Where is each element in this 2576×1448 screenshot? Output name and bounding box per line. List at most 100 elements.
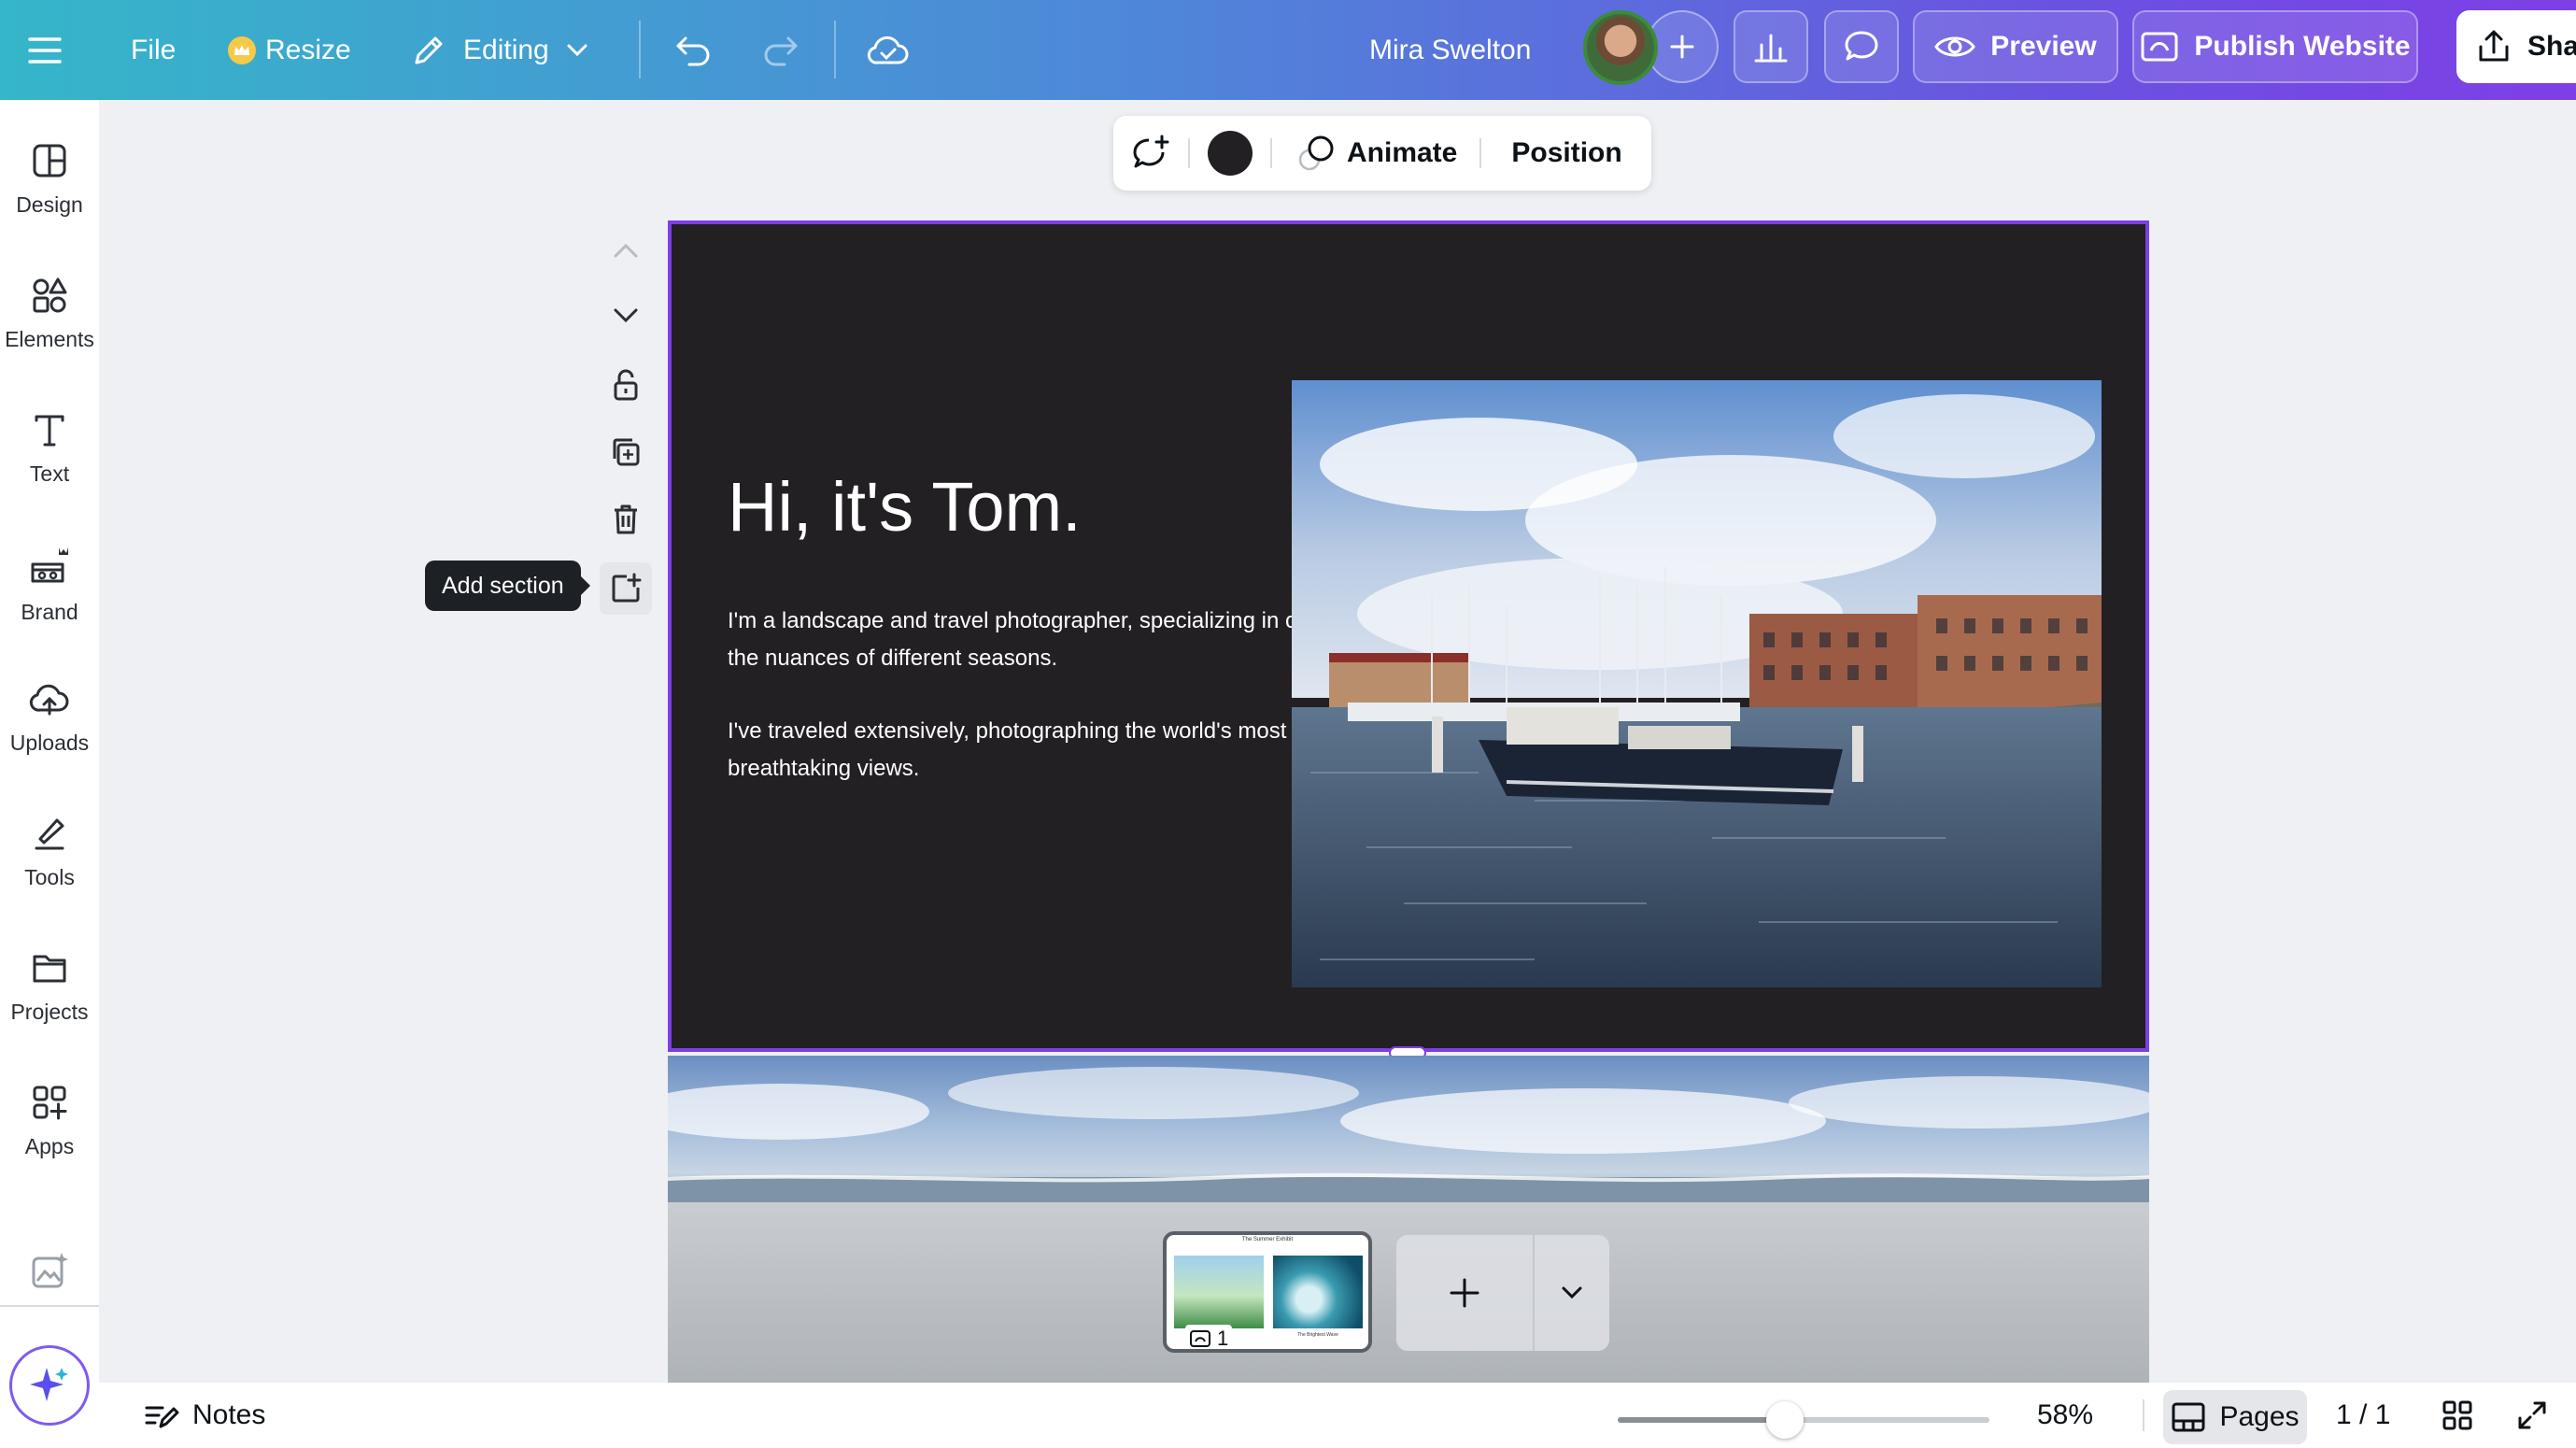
position-button[interactable]: Position <box>1481 137 1644 169</box>
pages-button[interactable]: Pages <box>2163 1390 2307 1444</box>
page-section[interactable]: Hi, it's Tom. I'm a landscape and travel… <box>668 220 2149 1052</box>
user-name: Mira Swelton <box>1369 0 1531 100</box>
uploads-icon <box>29 684 69 716</box>
travel-paragraph[interactable]: I've traveled extensively, photographing… <box>728 713 1381 788</box>
resize-button[interactable]: Resize <box>228 0 351 100</box>
move-up-button[interactable] <box>605 230 646 271</box>
animate-button[interactable]: Animate <box>1272 134 1479 173</box>
plus-icon <box>1450 1278 1479 1308</box>
sidebar-item-tools[interactable]: Tools <box>0 773 99 894</box>
move-down-button[interactable] <box>605 295 646 336</box>
sidebar-item-label: Tools <box>24 865 75 889</box>
redo-button[interactable] <box>762 0 800 100</box>
brand-icon <box>31 547 68 583</box>
sidebar-item-brand[interactable]: Brand <box>0 504 99 625</box>
magic-media-button[interactable] <box>30 1251 69 1290</box>
cloud-save-status[interactable] <box>867 0 910 100</box>
zoom-label: 58% <box>2037 1399 2094 1430</box>
main-menu-button[interactable] <box>28 0 62 100</box>
magic-assistant-button[interactable] <box>9 1345 90 1426</box>
add-page-options-button[interactable] <box>1535 1235 1609 1351</box>
ocean-section[interactable] <box>668 1056 2149 1202</box>
thumbnail-page-number: 1 <box>1217 1327 1229 1350</box>
chevron-down-icon <box>614 308 638 323</box>
sidebar-item-design[interactable]: Design <box>0 100 99 221</box>
pencil-icon <box>415 36 443 64</box>
toolbar-divider <box>834 21 836 78</box>
resize-label: Resize <box>265 34 351 65</box>
toolbar-divider <box>639 21 641 78</box>
left-sidebar: Design Elements Text Brand Uploads Tools… <box>0 100 99 1448</box>
add-section-tooltip: Add section <box>425 561 590 611</box>
design-icon <box>33 144 66 177</box>
chevron-up-icon <box>614 243 638 258</box>
comments-button[interactable] <box>1824 10 1899 83</box>
sidebar-item-text[interactable]: Text <box>0 369 99 490</box>
thumbnail-caption: The Brightest Wave <box>1297 1332 1338 1338</box>
comment-plus-icon <box>1133 135 1169 168</box>
text-icon <box>35 415 64 447</box>
sidebar-item-apps[interactable]: Apps <box>0 1042 99 1163</box>
tools-icon <box>35 818 64 850</box>
chevron-down-icon <box>1562 1286 1582 1299</box>
editing-mode-dropdown[interactable]: Editing <box>411 0 588 100</box>
pages-icon <box>2172 1402 2205 1432</box>
fullscreen-button[interactable] <box>2516 1383 2548 1448</box>
zoom-value[interactable]: 58% <box>2037 1383 2093 1448</box>
sidebar-item-elements[interactable]: Elements <box>0 234 99 356</box>
sidebar-item-label: Brand <box>21 600 78 624</box>
page-thumbnail[interactable]: The Summer Exhibit The Brightest Wave 1 <box>1163 1231 1372 1353</box>
sidebar-item-label: Uploads <box>9 731 90 755</box>
file-label: File <box>131 34 177 65</box>
expand-icon <box>2518 1401 2546 1429</box>
share-icon <box>2479 30 2509 62</box>
pages-label: Pages <box>2219 1401 2300 1432</box>
page-heading[interactable]: Hi, it's Tom. <box>728 467 1082 547</box>
trash-icon <box>615 504 637 534</box>
grid-view-button[interactable] <box>2442 1383 2473 1448</box>
harbor-photo[interactable] <box>1292 380 2102 987</box>
share-button[interactable]: Sha <box>2456 10 2576 83</box>
grid-icon <box>2442 1400 2472 1430</box>
insights-button[interactable] <box>1734 10 1808 83</box>
sidebar-item-uploads[interactable]: Uploads <box>0 638 99 759</box>
lock-icon <box>614 369 638 401</box>
website-icon <box>1190 1330 1210 1347</box>
background-color-button[interactable] <box>1190 131 1270 176</box>
publish-icon <box>2141 32 2178 62</box>
undo-button[interactable] <box>674 0 712 100</box>
sidebar-item-label: Text <box>29 461 70 486</box>
comment-icon <box>1845 31 1878 61</box>
image-sparkle-icon <box>32 1253 68 1288</box>
sidebar-item-projects[interactable]: Projects <box>0 907 99 1029</box>
animate-label: Animate <box>1347 137 1458 168</box>
page-count-label: 1 / 1 <box>2336 1399 2391 1430</box>
delete-button[interactable] <box>605 499 646 540</box>
intro-paragraph[interactable]: I'm a landscape and travel photographer,… <box>728 603 1381 677</box>
undo-icon <box>676 36 710 65</box>
share-label: Sha <box>2527 31 2576 62</box>
avatar[interactable] <box>1583 10 1658 85</box>
add-comment-button[interactable] <box>1113 135 1188 172</box>
zoom-slider-handle[interactable] <box>1766 1401 1805 1439</box>
add-page-button[interactable] <box>1396 1235 1533 1351</box>
lock-button[interactable] <box>605 364 646 405</box>
file-menu[interactable]: File <box>131 0 176 100</box>
preview-button[interactable]: Preview <box>1913 10 2118 83</box>
notes-button[interactable]: Notes <box>144 1383 265 1448</box>
notes-icon <box>145 1406 179 1428</box>
divider <box>2143 1399 2144 1431</box>
zoom-slider-fill <box>1618 1417 1786 1423</box>
add-section-button[interactable] <box>600 562 652 615</box>
tooltip-label: Add section <box>442 572 564 599</box>
page-counter[interactable]: 1 / 1 <box>2336 1383 2390 1448</box>
position-label: Position <box>1511 137 1622 168</box>
duplicate-icon <box>613 438 640 466</box>
preview-label: Preview <box>1990 31 2097 62</box>
publish-website-button[interactable]: Publish Website <box>2132 10 2418 83</box>
context-toolbar: Animate Position <box>1113 116 1651 191</box>
hamburger-icon <box>28 36 62 64</box>
chevron-down-icon <box>567 44 587 56</box>
elements-icon <box>33 277 67 313</box>
duplicate-button[interactable] <box>605 432 646 473</box>
